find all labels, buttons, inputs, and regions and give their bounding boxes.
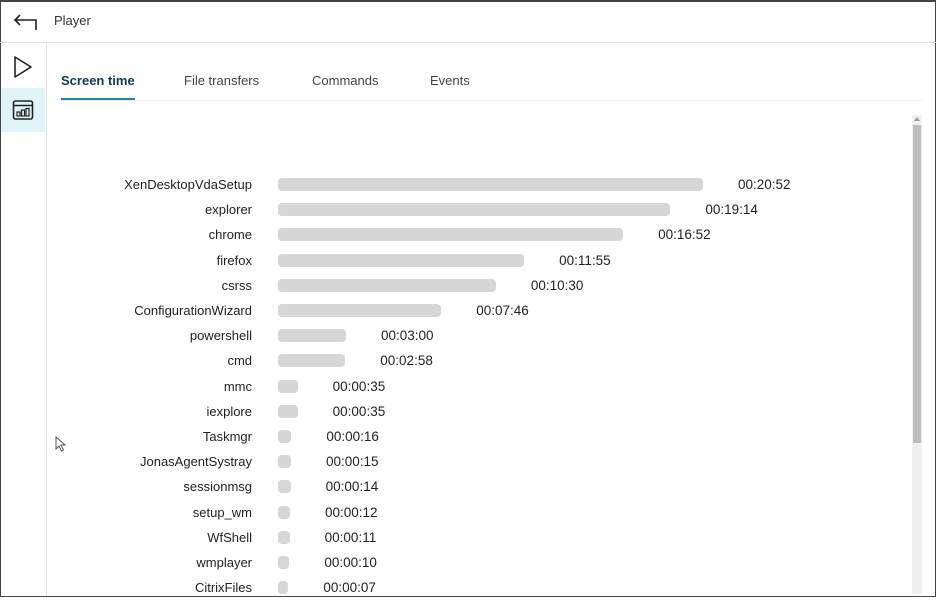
header: Player xyxy=(0,0,936,43)
duration-label: 00:00:10 xyxy=(324,555,377,570)
play-icon xyxy=(14,56,32,78)
process-label: mmc xyxy=(223,378,252,394)
chart-bar xyxy=(278,203,671,217)
duration-label: 00:00:14 xyxy=(325,479,379,495)
chart-bar xyxy=(278,228,624,242)
process-label: cmd xyxy=(227,353,252,369)
chart-row: mmc 00:00:35 xyxy=(0,379,936,405)
chart-bar xyxy=(278,178,703,191)
mouse-cursor-icon xyxy=(55,436,67,452)
chart-row: ConfigurationWizard 00:07:46 xyxy=(0,303,936,329)
process-label: setup_wm xyxy=(192,504,252,520)
chart-row: JonasAgentSystray 00:00:15 xyxy=(0,454,936,480)
chart-row: Taskmgr 00:00:16 xyxy=(0,429,936,455)
scroll-up-icon[interactable] xyxy=(914,117,920,121)
duration-label: 00:16:52 xyxy=(658,227,711,243)
process-label: firefox xyxy=(216,252,252,268)
tab-bar: Screen time File transfers Commands Even… xyxy=(61,43,922,101)
duration-label: 00:00:35 xyxy=(332,403,386,419)
chart-bar xyxy=(278,253,525,267)
process-label: XenDesktopVdaSetup xyxy=(124,177,252,192)
process-label: CitrixFiles xyxy=(194,580,252,596)
process-label: explorer xyxy=(205,202,252,218)
process-label: WfShell xyxy=(207,529,252,545)
duration-label: 00:07:46 xyxy=(476,303,529,318)
chart-bar xyxy=(278,304,442,317)
duration-label: 00:20:52 xyxy=(738,177,791,192)
process-label: iexplore xyxy=(206,403,252,419)
tab-commands[interactable]: Commands xyxy=(312,73,378,88)
chart-row: powershell 00:03:00 xyxy=(0,328,936,354)
chart-bar xyxy=(278,556,290,569)
duration-label: 00:02:58 xyxy=(380,353,433,369)
chart-row: XenDesktopVdaSetup 00:20:52 xyxy=(0,177,936,203)
back-button[interactable] xyxy=(12,10,40,34)
process-label: powershell xyxy=(189,328,252,344)
chart-bar xyxy=(278,530,290,544)
duration-label: 00:11:55 xyxy=(559,252,611,268)
process-label: csrss xyxy=(221,277,252,293)
duration-label: 00:00:12 xyxy=(324,504,378,520)
chart-row: wmplayer 00:00:10 xyxy=(0,555,936,581)
chart-row: explorer 00:19:14 xyxy=(0,202,936,228)
chart-row: CitrixFiles 00:00:07 xyxy=(0,580,936,606)
duration-label: 00:00:07 xyxy=(323,580,376,596)
back-arrow-icon xyxy=(13,14,37,30)
chart-row: setup_wm 00:00:12 xyxy=(0,505,936,531)
chart-row: chrome 00:16:52 xyxy=(0,227,936,253)
duration-label: 00:10:30 xyxy=(530,277,584,293)
chart-bar xyxy=(278,455,291,469)
process-label: ConfigurationWizard xyxy=(134,303,252,318)
chart-row: WfShell 00:00:11 xyxy=(0,530,936,556)
process-label: Taskmgr xyxy=(202,429,252,444)
chart-row: sessionmsg 00:00:14 xyxy=(0,479,936,505)
sidebar-item-player[interactable] xyxy=(1,45,45,89)
process-label: chrome xyxy=(208,227,252,243)
chart-bar xyxy=(278,581,289,595)
sidebar-item-insights[interactable] xyxy=(1,88,45,132)
process-label: sessionmsg xyxy=(183,479,252,495)
chart-bar xyxy=(278,430,292,443)
process-label: wmplayer xyxy=(196,555,252,570)
scrollbar-thumb[interactable] xyxy=(913,125,921,443)
duration-label: 00:00:16 xyxy=(326,429,379,444)
tab-screen-time[interactable]: Screen time xyxy=(61,73,135,100)
tab-events[interactable]: Events xyxy=(430,73,470,88)
duration-label: 00:03:00 xyxy=(380,328,434,344)
duration-label: 00:19:14 xyxy=(705,202,758,218)
chart-bar xyxy=(278,278,496,292)
chart-bar xyxy=(278,379,298,393)
duration-label: 00:00:35 xyxy=(332,378,386,394)
chart-row: iexplore 00:00:35 xyxy=(0,404,936,430)
chart-row: firefox 00:11:55 xyxy=(0,253,936,279)
chart-row: cmd 00:02:58 xyxy=(0,353,936,379)
chart-bar xyxy=(278,505,290,519)
chart-row: csrss 00:10:30 xyxy=(0,278,936,304)
tab-file-transfers[interactable]: File transfers xyxy=(184,73,259,88)
chart-bar xyxy=(278,354,346,368)
chart-bar xyxy=(278,329,346,343)
process-label: JonasAgentSystray xyxy=(139,454,252,470)
dashboard-chart-icon xyxy=(12,100,34,120)
duration-label: 00:00:11 xyxy=(324,529,377,545)
page-title: Player xyxy=(54,13,91,28)
chart-bar xyxy=(278,404,298,418)
scrollbar[interactable] xyxy=(912,115,922,594)
duration-label: 00:00:15 xyxy=(325,454,379,470)
chart-bar xyxy=(278,480,291,494)
